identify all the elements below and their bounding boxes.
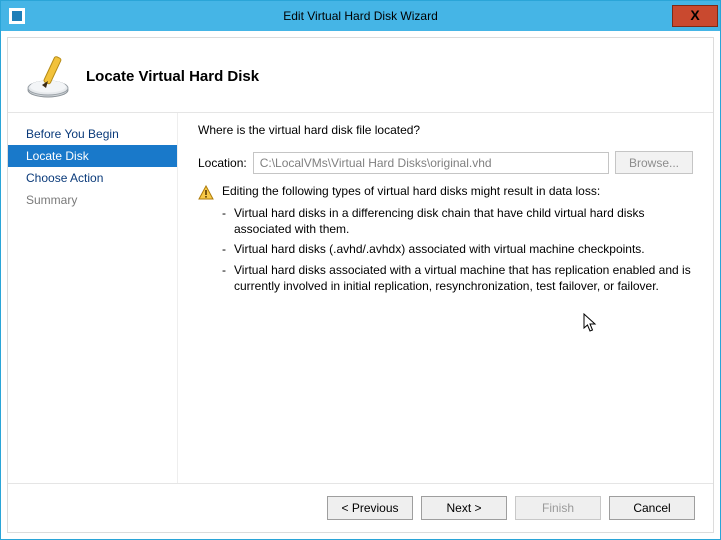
warning-item: Virtual hard disks associated with a vir…: [222, 260, 693, 296]
page-title: Locate Virtual Hard Disk: [86, 68, 259, 85]
sidebar-item-locate-disk[interactable]: Locate Disk: [8, 145, 177, 167]
finish-button[interactable]: Finish: [515, 496, 601, 520]
browse-button[interactable]: Browse...: [615, 151, 693, 174]
warning-list: Virtual hard disks in a differencing dis…: [198, 203, 693, 296]
warning-intro-text: Editing the following types of virtual h…: [222, 184, 600, 198]
location-input[interactable]: [253, 152, 609, 174]
question-text: Where is the virtual hard disk file loca…: [198, 123, 693, 137]
sidebar-item-choose-action[interactable]: Choose Action: [8, 167, 177, 189]
sidebar-item-label: Choose Action: [26, 171, 103, 185]
wizard-footer: < Previous Next > Finish Cancel: [8, 483, 713, 532]
wizard-header: Locate Virtual Hard Disk: [8, 38, 713, 113]
sidebar-item-label: Summary: [26, 193, 77, 207]
sidebar-item-summary[interactable]: Summary: [8, 189, 177, 211]
sidebar-item-before-you-begin[interactable]: Before You Begin: [8, 123, 177, 145]
sidebar-item-label: Before You Begin: [26, 127, 119, 141]
next-button[interactable]: Next >: [421, 496, 507, 520]
warning-icon: [198, 185, 214, 201]
wizard-content-area: Before You Begin Locate Disk Choose Acti…: [8, 113, 713, 483]
pencil-disk-icon: [26, 52, 74, 100]
warning-item: Virtual hard disks (.avhd/.avhdx) associ…: [222, 239, 693, 259]
close-button[interactable]: X: [672, 5, 718, 27]
steps-sidebar: Before You Begin Locate Disk Choose Acti…: [8, 113, 178, 483]
cancel-button[interactable]: Cancel: [609, 496, 695, 520]
wizard-window: Edit Virtual Hard Disk Wizard X Locate V…: [0, 0, 721, 540]
titlebar: Edit Virtual Hard Disk Wizard X: [1, 1, 720, 31]
window-title: Edit Virtual Hard Disk Wizard: [1, 9, 720, 23]
warning-item: Virtual hard disks in a differencing dis…: [222, 203, 693, 239]
app-icon: [9, 8, 25, 24]
previous-button[interactable]: < Previous: [327, 496, 413, 520]
location-label: Location:: [198, 156, 247, 170]
sidebar-item-label: Locate Disk: [26, 149, 89, 163]
wizard-body: Locate Virtual Hard Disk Before You Begi…: [7, 37, 714, 533]
main-content: Where is the virtual hard disk file loca…: [178, 113, 713, 483]
location-row: Location: Browse...: [198, 151, 693, 174]
warning-row: Editing the following types of virtual h…: [198, 184, 693, 201]
